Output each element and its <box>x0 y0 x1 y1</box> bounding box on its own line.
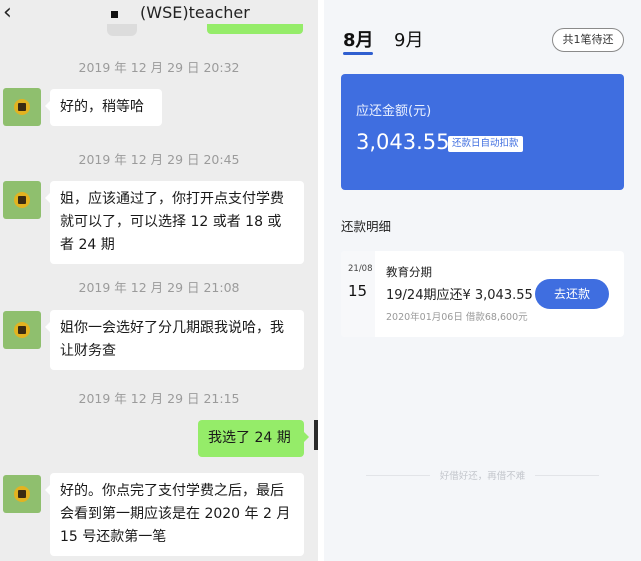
message-bubble[interactable]: 姐，应该通过了，你打开点支付学费就可以了，可以选择 12 或者 18 或者 24… <box>45 181 304 264</box>
pending-count-button[interactable]: 共1笔待还 <box>552 28 624 52</box>
footer-slogan: 好借好还，再借不难 <box>439 471 526 482</box>
item-name: 教育分期 <box>386 265 432 279</box>
message-bubble[interactable]: 好的，稍等哈 <box>45 89 162 126</box>
item-day: 15 <box>348 282 368 300</box>
message-timestamp: 2019 年 12 月 29 日 21:15 <box>78 391 240 406</box>
repayment-item[interactable]: 21/08 15 教育分期 19/24期应还¥ 3,043.55 2020年01… <box>341 251 624 337</box>
teacher-avatar[interactable] <box>3 475 41 513</box>
redacted-name-mark <box>111 11 118 18</box>
amount-due-label: 应还金额(元) <box>356 104 432 119</box>
message-timestamp: 2019 年 12 月 29 日 21:08 <box>78 280 240 295</box>
screenshot-root: ‹ (WSE)teacher 2019 年 12 月 29 日 20:32 好的… <box>0 0 641 561</box>
message-bubble[interactable]: 好的。你点完了支付学费之后，最后会看到第一期应该是在 2020 年 2 月 15… <box>45 473 304 556</box>
active-tab-indicator <box>343 52 373 55</box>
my-avatar-edge <box>314 420 318 450</box>
auto-debit-badge: 还款日自动扣款 <box>448 136 523 152</box>
item-term-amount: 19/24期应还¥ 3,043.55 <box>386 288 533 303</box>
tab-september[interactable]: 9月 <box>394 26 423 52</box>
teacher-avatar[interactable] <box>3 311 41 349</box>
repayment-panel: 8月 9月 共1笔待还 应还金额(元) 3,043.55 还款日自动扣款 还款明… <box>324 0 641 561</box>
teacher-avatar[interactable] <box>3 181 41 219</box>
teacher-avatar[interactable] <box>3 88 41 126</box>
amount-due-card: 应还金额(元) 3,043.55 还款日自动扣款 <box>341 74 624 190</box>
chat-title: (WSE)teacher <box>140 3 250 22</box>
item-loan-meta: 2020年01月06日 借款68,600元 <box>386 312 528 323</box>
section-title: 还款明细 <box>341 219 392 234</box>
message-bubble[interactable]: 姐你一会选好了分几期跟我说哈，我让财务查 <box>45 310 304 370</box>
date-column: 21/08 15 <box>341 251 375 337</box>
message-timestamp: 2019 年 12 月 29 日 20:45 <box>78 152 240 167</box>
previous-bubble-fragment <box>207 24 303 34</box>
repay-button[interactable]: 去还款 <box>535 279 609 309</box>
message-timestamp: 2019 年 12 月 29 日 20:32 <box>78 60 240 75</box>
amount-due-value: 3,043.55 <box>356 130 450 154</box>
my-message-bubble[interactable]: 我选了 24 期 <box>198 420 309 457</box>
tab-august[interactable]: 8月 <box>343 26 374 52</box>
chat-panel: ‹ (WSE)teacher 2019 年 12 月 29 日 20:32 好的… <box>0 0 318 561</box>
item-month-day: 21/08 <box>348 264 373 274</box>
previous-bubble-fragment <box>107 24 137 36</box>
back-chevron-icon[interactable]: ‹ <box>3 1 23 25</box>
